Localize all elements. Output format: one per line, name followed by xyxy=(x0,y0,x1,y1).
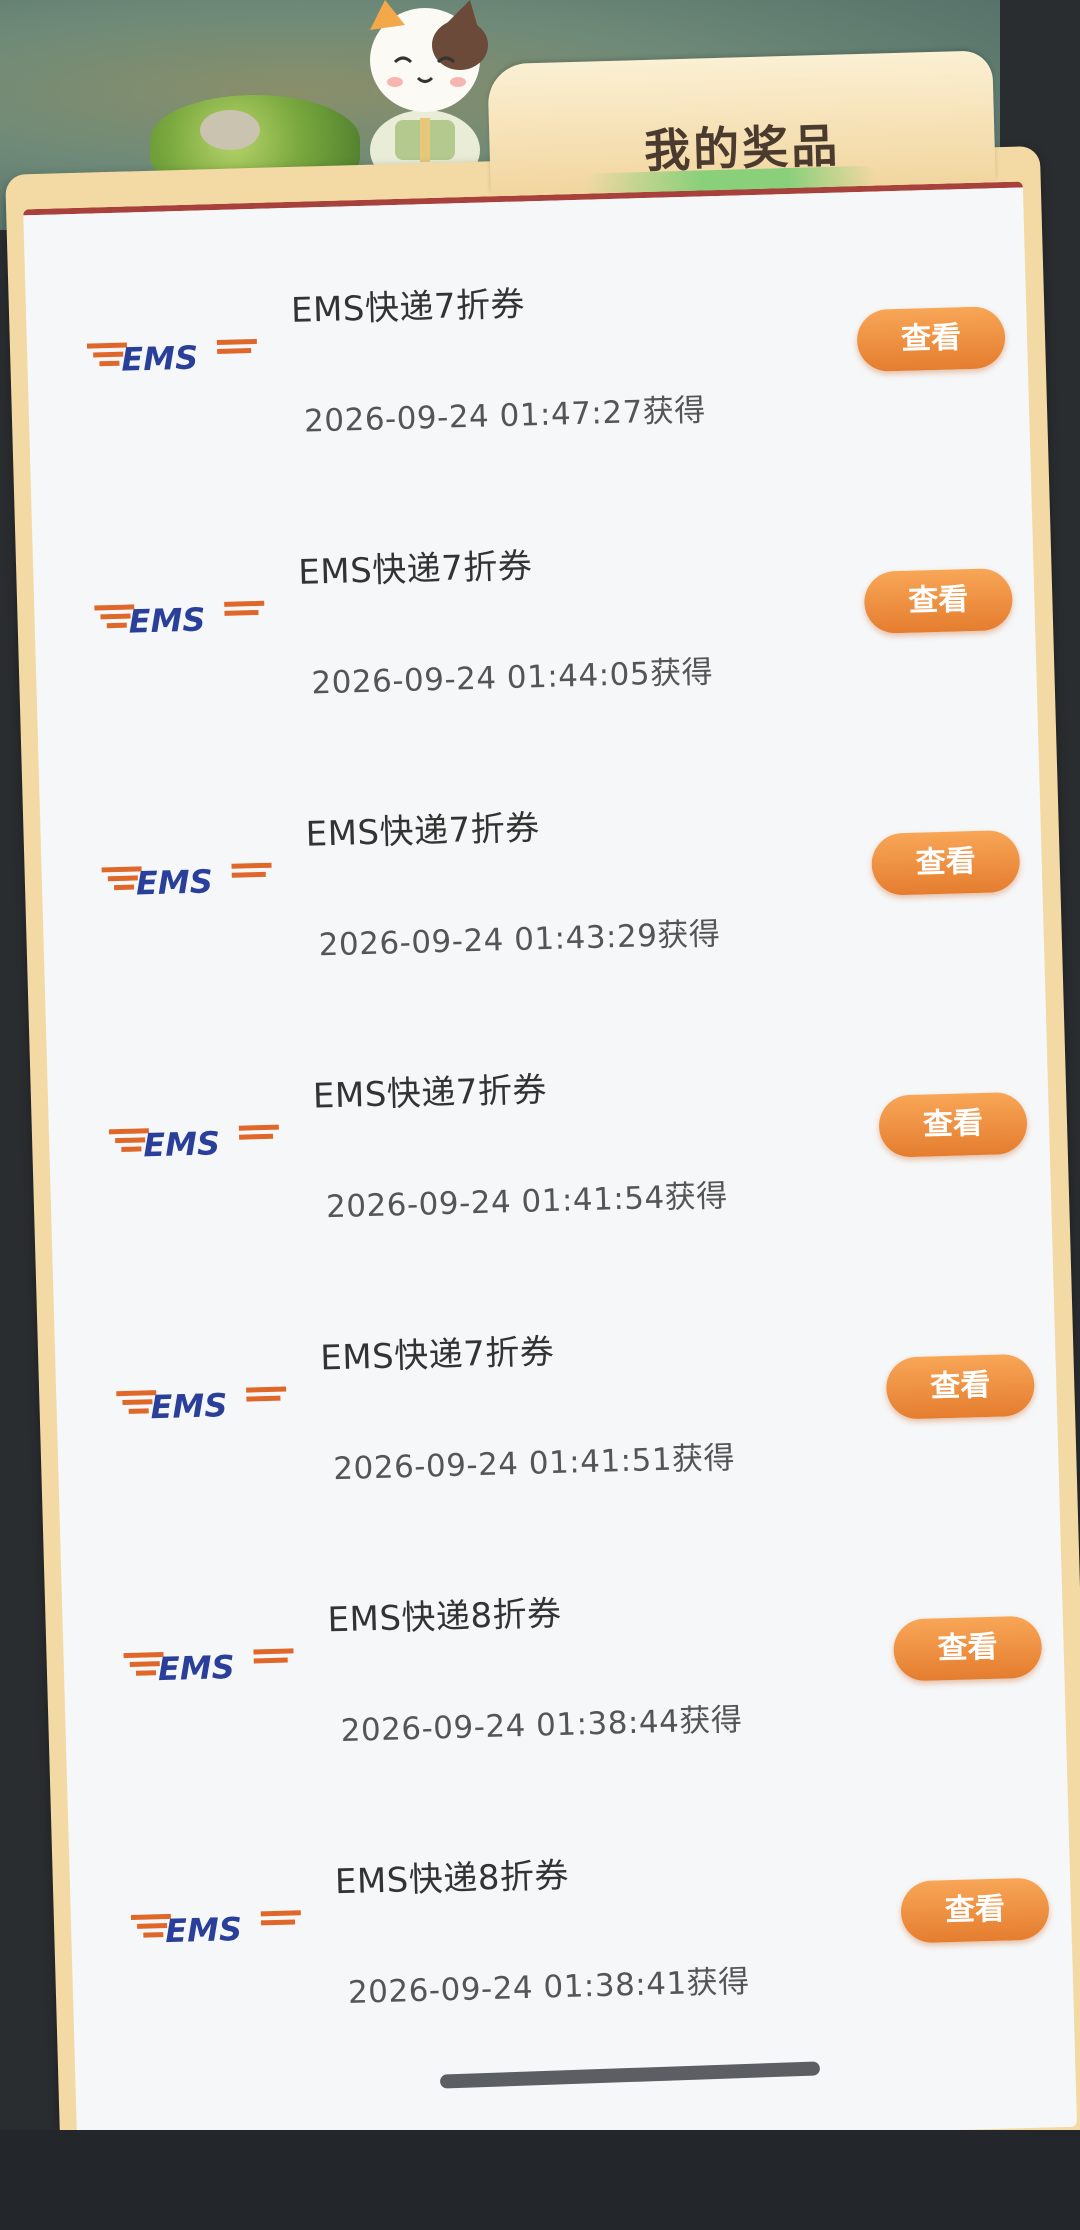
list-item: EMS EMS快递7折券 2026-09-24 01:47:27获得 查看 xyxy=(23,187,1030,477)
svg-text:EMS: EMS xyxy=(121,339,199,379)
prize-name: EMS快递7折券 xyxy=(319,1331,555,1379)
svg-text:EMS: EMS xyxy=(128,600,206,640)
view-button[interactable]: 查看 xyxy=(878,1091,1028,1158)
page-title: 我的奖品 xyxy=(643,118,841,178)
view-button[interactable]: 查看 xyxy=(900,1877,1050,1944)
prize-time: 2026-09-24 01:47:27获得 xyxy=(303,392,707,440)
prize-list: EMS EMS快递7折券 2026-09-24 01:47:27获得 查看 EM… xyxy=(23,187,1074,2048)
prize-time: 2026-09-24 01:43:29获得 xyxy=(318,916,721,964)
list-item: EMS EMS快递7折券 2026-09-24 01:44:05获得 查看 xyxy=(31,449,1038,739)
prize-name: EMS快递7折券 xyxy=(290,284,526,331)
prize-time: 2026-09-24 01:38:41获得 xyxy=(347,1963,751,2011)
prize-name: EMS快递7折券 xyxy=(297,546,533,593)
svg-text:EMS: EMS xyxy=(150,1386,228,1426)
decor-rock xyxy=(200,110,260,150)
ems-logo-icon: EMS xyxy=(116,1376,297,1429)
ems-logo-icon: EMS xyxy=(108,1114,290,1167)
prize-time: 2026-09-24 01:41:54获得 xyxy=(325,1178,729,1226)
list-item: EMS EMS快递8折券 2026-09-24 01:38:41获得 查看 xyxy=(67,1759,1074,2049)
prize-list-card: EMS EMS快递7折券 2026-09-24 01:47:27获得 查看 EM… xyxy=(23,181,1078,2155)
prize-time: 2026-09-24 01:41:51获得 xyxy=(332,1439,736,1488)
screen-bezel xyxy=(0,2130,1080,2230)
ems-logo-icon: EMS xyxy=(130,1900,311,1953)
list-item: EMS EMS快递7折券 2026-09-24 01:41:54获得 查看 xyxy=(45,973,1052,1263)
prize-time: 2026-09-24 01:38:44获得 xyxy=(340,1701,743,1750)
svg-text:EMS: EMS xyxy=(135,862,213,902)
ems-logo-icon: EMS xyxy=(86,329,268,382)
view-button[interactable]: 查看 xyxy=(885,1353,1036,1420)
prize-name: EMS快递8折券 xyxy=(327,1593,563,1641)
prize-name: EMS快递7折券 xyxy=(305,808,541,855)
prize-name: EMS快递7折券 xyxy=(312,1070,548,1117)
ems-logo-icon: EMS xyxy=(94,591,275,644)
svg-text:EMS: EMS xyxy=(143,1124,221,1164)
view-button[interactable]: 查看 xyxy=(863,567,1014,635)
list-item: EMS EMS快递7折券 2026-09-24 01:43:29获得 查看 xyxy=(38,711,1045,1001)
prize-panel: 我的奖品 EMS EMS快递7折券 2026-09-24 01:47:27获得 … xyxy=(0,50,1080,2160)
view-button[interactable]: 查看 xyxy=(856,306,1006,373)
panel-tab: 我的奖品 xyxy=(487,50,996,196)
view-button[interactable]: 查看 xyxy=(892,1615,1043,1682)
svg-text:EMS: EMS xyxy=(157,1648,235,1688)
ems-logo-icon: EMS xyxy=(123,1638,304,1691)
ems-logo-icon: EMS xyxy=(101,852,282,905)
prize-time: 2026-09-24 01:44:05获得 xyxy=(310,654,714,702)
prize-name: EMS快递8折券 xyxy=(334,1855,570,1903)
list-item: EMS EMS快递8折券 2026-09-24 01:38:44获得 查看 xyxy=(60,1497,1067,1787)
svg-text:EMS: EMS xyxy=(165,1910,243,1950)
list-item: EMS EMS快递7折券 2026-09-24 01:41:51获得 查看 xyxy=(53,1235,1060,1525)
view-button[interactable]: 查看 xyxy=(870,829,1021,896)
